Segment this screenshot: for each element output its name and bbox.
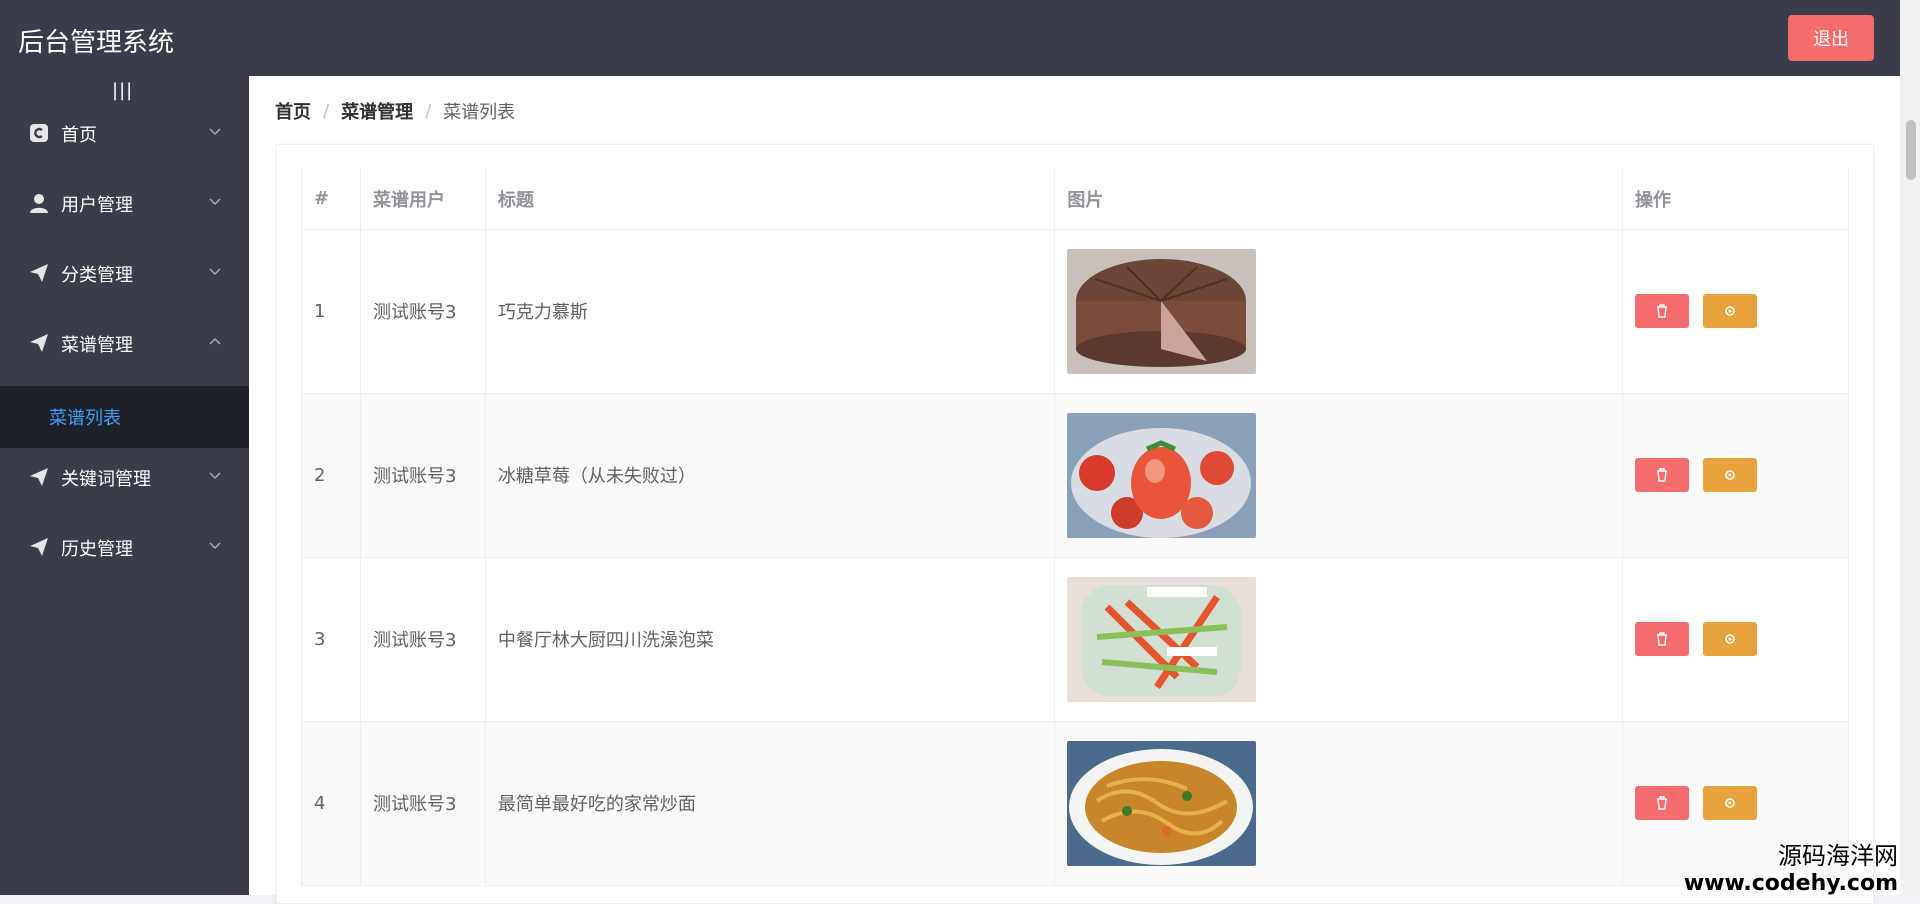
- trash-icon: [1657, 632, 1668, 646]
- sidebar-item-label: 用户管理: [61, 195, 133, 216]
- breadcrumb-separator: /: [323, 100, 330, 122]
- sidebar-item-label: 菜谱管理: [61, 335, 133, 356]
- recipe-table: # 菜谱用户 标题 图片 操作 1 测试账号3 巧克力慕斯 2 测试账号3 冰糖…: [301, 169, 1849, 886]
- cell-user: 测试账号3: [360, 393, 486, 558]
- breadcrumb-home[interactable]: 首页: [275, 98, 311, 124]
- gear-icon: [1725, 470, 1735, 480]
- delete-button[interactable]: [1635, 294, 1690, 328]
- cell-user: 测试账号3: [360, 721, 486, 886]
- breadcrumb-separator: /: [425, 100, 432, 122]
- sidebar-item-recipes[interactable]: 菜谱管理: [0, 316, 249, 372]
- column-header-index: #: [301, 169, 361, 230]
- home-icon: [30, 124, 48, 142]
- cell-index: 3: [301, 557, 361, 722]
- sidebar-subitem-label: 菜谱列表: [49, 408, 121, 429]
- trash-icon: [1657, 304, 1668, 318]
- send-icon: [30, 538, 48, 556]
- column-header-actions: 操作: [1622, 169, 1849, 230]
- table-row: 2 测试账号3 冰糖草莓（从未失败过）: [301, 393, 1849, 558]
- send-icon: [30, 468, 48, 486]
- sidebar-item-home[interactable]: 首页: [0, 106, 249, 162]
- user-icon: [30, 194, 48, 213]
- watermark-line1: 源码海洋网: [1778, 842, 1898, 870]
- watermark-line2: www.codehy.com: [1683, 871, 1898, 896]
- chevron-up-icon: [209, 337, 221, 345]
- sidebar-item-label: 首页: [61, 125, 97, 146]
- edit-button[interactable]: [1703, 786, 1758, 820]
- cell-title: 最简单最好吃的家常炒面: [485, 721, 1056, 886]
- sidebar-item-history[interactable]: 历史管理: [0, 520, 249, 576]
- cell-image: [1054, 229, 1624, 394]
- trash-icon: [1657, 796, 1668, 810]
- trash-icon: [1657, 468, 1668, 482]
- column-header-image: 图片: [1054, 169, 1624, 230]
- cell-index: 2: [301, 393, 361, 558]
- cell-image: [1054, 557, 1624, 722]
- logout-button[interactable]: 退出: [1788, 15, 1874, 61]
- watermark: 源码海洋网 www.codehy.com: [1684, 836, 1898, 896]
- cell-title: 中餐厅林大厨四川洗澡泡菜: [485, 557, 1056, 722]
- cell-actions: [1622, 393, 1849, 558]
- chevron-down-icon: [209, 472, 221, 480]
- table-card: # 菜谱用户 标题 图片 操作 1 测试账号3 巧克力慕斯 2 测试账号3 冰糖…: [276, 144, 1874, 904]
- send-icon: [30, 264, 48, 282]
- sidebar-item-categories[interactable]: 分类管理: [0, 246, 249, 302]
- sidebar-item-label: 历史管理: [61, 539, 133, 560]
- main-content: 首页 / 菜谱管理 / 菜谱列表 # 菜谱用户 标题 图片 操作 1 测试账号3…: [249, 76, 1900, 904]
- gear-icon: [1725, 798, 1735, 808]
- cell-image: [1054, 393, 1624, 558]
- cell-title: 冰糖草莓（从未失败过）: [485, 393, 1056, 558]
- scrollbar-thumb[interactable]: [1906, 120, 1916, 180]
- recipe-image-fried-noodles: [1067, 740, 1257, 866]
- edit-button[interactable]: [1703, 294, 1758, 328]
- sidebar-item-label: 关键词管理: [61, 469, 151, 490]
- cell-user: 测试账号3: [360, 557, 486, 722]
- chevron-down-icon: [209, 198, 221, 206]
- column-header-title: 标题: [485, 169, 1056, 230]
- recipe-image-chocolate-mousse: [1067, 248, 1257, 374]
- table-row: 1 测试账号3 巧克力慕斯: [301, 229, 1849, 394]
- cell-index: 1: [301, 229, 361, 394]
- sidebar: ||| 首页 用户管理 分类管理 菜谱管理 菜谱列表 关键词管理 历史管理: [0, 76, 249, 895]
- send-icon: [30, 334, 48, 352]
- delete-button[interactable]: [1635, 786, 1690, 820]
- top-header: 后台管理系统 退出: [0, 0, 1920, 76]
- breadcrumb-current: 菜谱列表: [443, 102, 516, 123]
- chevron-down-icon: [209, 128, 221, 136]
- edit-button[interactable]: [1703, 622, 1758, 656]
- collapse-toggle-icon[interactable]: |||: [112, 80, 133, 101]
- gear-icon: [1725, 306, 1735, 316]
- cell-actions: [1622, 557, 1849, 722]
- delete-button[interactable]: [1635, 622, 1690, 656]
- table-row: 3 测试账号3 中餐厅林大厨四川洗澡泡菜: [301, 557, 1849, 722]
- cell-title: 巧克力慕斯: [485, 229, 1056, 394]
- column-header-user: 菜谱用户: [360, 169, 486, 230]
- sidebar-item-label: 分类管理: [61, 265, 133, 286]
- recipe-image-sichuan-pickles: [1067, 576, 1257, 702]
- recipe-image-candied-strawberries: [1067, 412, 1257, 538]
- delete-button[interactable]: [1635, 458, 1690, 492]
- sidebar-item-users[interactable]: 用户管理: [0, 176, 249, 232]
- app-title: 后台管理系统: [18, 28, 175, 58]
- table-header-row: # 菜谱用户 标题 图片 操作: [301, 169, 1849, 230]
- cell-index: 4: [301, 721, 361, 886]
- sidebar-subitem-recipe-list[interactable]: 菜谱列表: [0, 386, 249, 448]
- cell-image: [1054, 721, 1624, 886]
- cell-user: 测试账号3: [360, 229, 486, 394]
- chevron-down-icon: [209, 268, 221, 276]
- breadcrumb-section[interactable]: 菜谱管理: [341, 98, 413, 124]
- chevron-down-icon: [209, 542, 221, 550]
- gear-icon: [1725, 634, 1735, 644]
- sidebar-item-keywords[interactable]: 关键词管理: [0, 450, 249, 506]
- table-row: 4 测试账号3 最简单最好吃的家常炒面: [301, 721, 1849, 886]
- breadcrumb: 首页 / 菜谱管理 / 菜谱列表: [275, 98, 515, 124]
- cell-actions: [1622, 229, 1849, 394]
- edit-button[interactable]: [1703, 458, 1758, 492]
